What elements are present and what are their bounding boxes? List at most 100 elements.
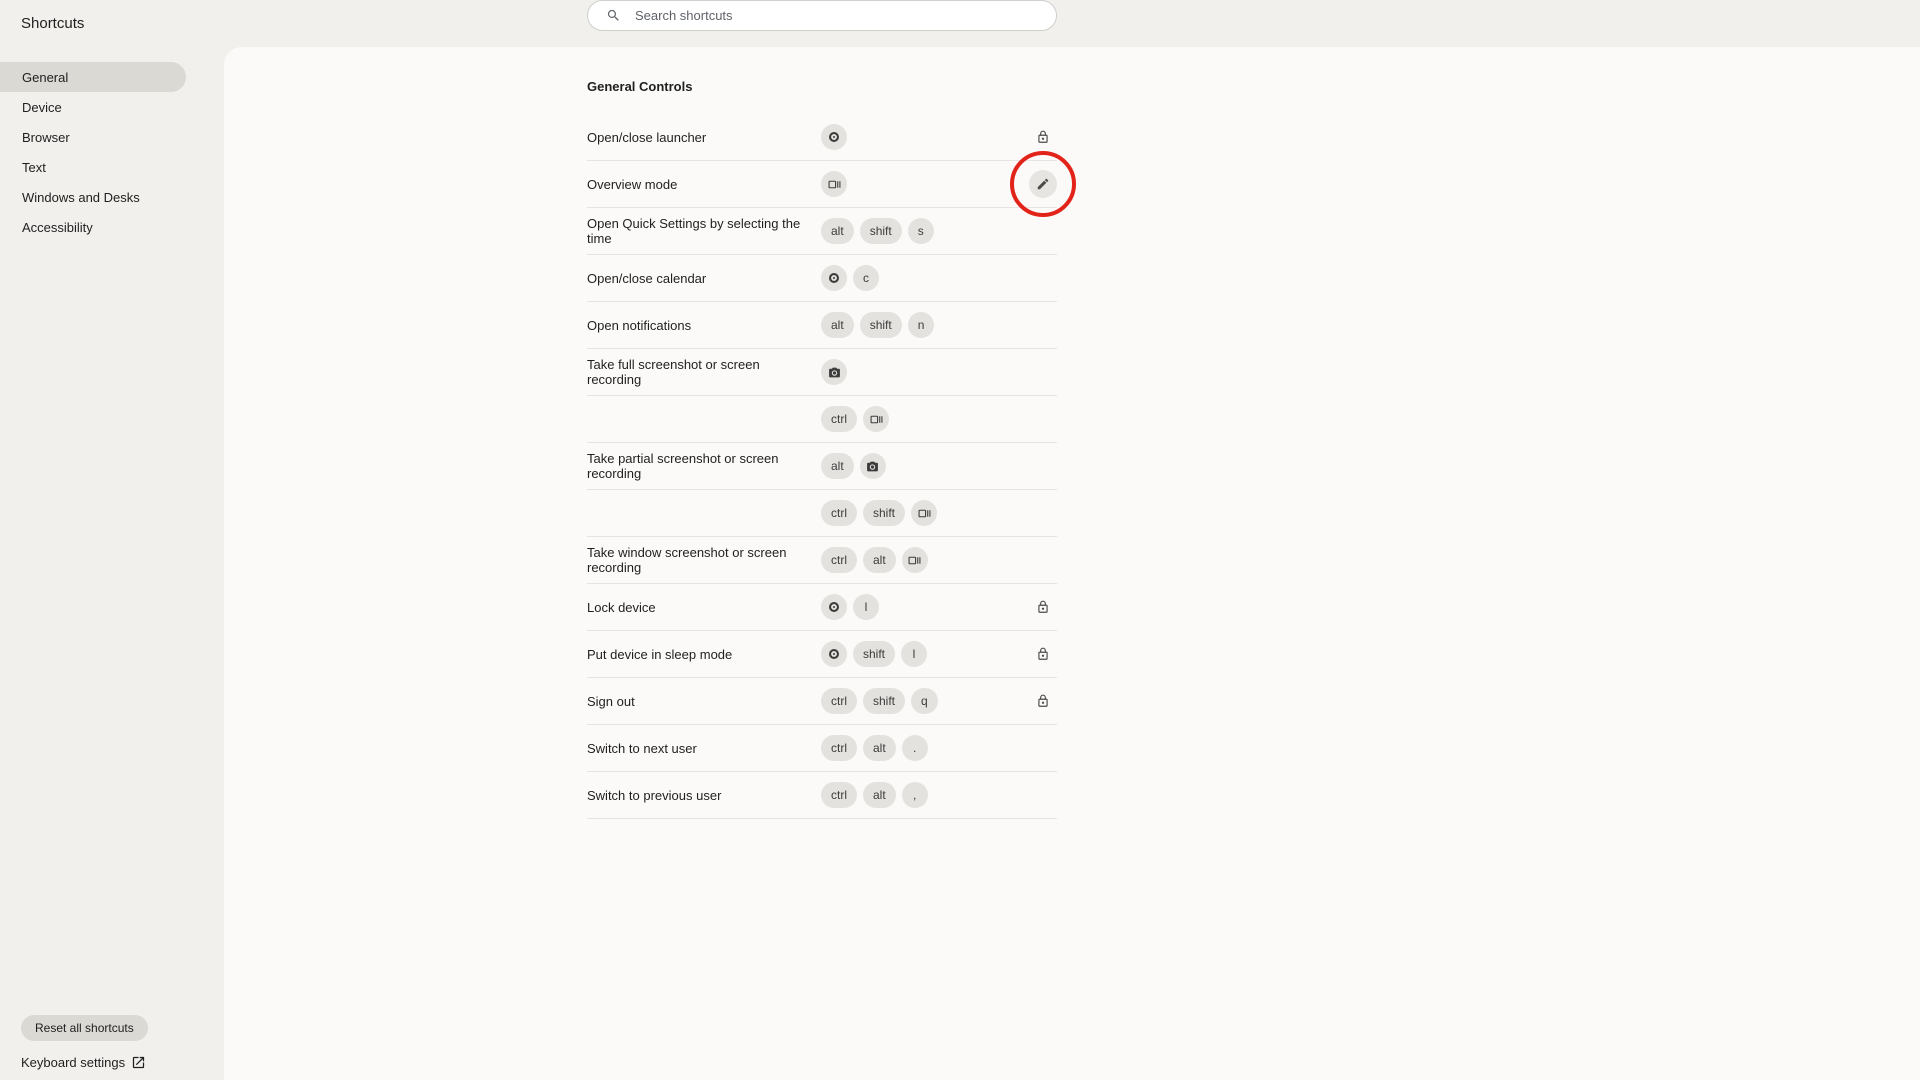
shortcut-label: Take window screenshot or screen recordi…	[587, 545, 821, 575]
content-area: General Controls Open/close launcher Over…	[224, 47, 1920, 1080]
shortcut-row: Switch to previous userctrlalt,	[587, 772, 1057, 819]
shortcut-row: Take full screenshot or screen recording…	[587, 396, 1057, 443]
launcher-key-icon	[821, 265, 847, 291]
shortcut-row: Take partial screenshot or screen record…	[587, 443, 1057, 490]
key-shift: shift	[863, 688, 905, 714]
shortcut-keys	[821, 124, 847, 150]
shortcut-keys: altshiftn	[821, 312, 934, 338]
shortcut-row: Take window screenshot or screen recordi…	[587, 537, 1057, 584]
shortcut-label: Take partial screenshot or screen record…	[587, 451, 821, 481]
shortcut-keys: ctrlalt.	[821, 735, 928, 761]
locked-shortcut-icon	[1029, 593, 1057, 621]
key-l: l	[853, 594, 879, 620]
shortcut-label: Overview mode	[587, 177, 821, 192]
sidebar-item-accessibility[interactable]: Accessibility	[0, 212, 186, 242]
key-,: ,	[902, 782, 928, 808]
shortcut-keys: ctrlshiftq	[821, 688, 938, 714]
shortcut-keys	[821, 171, 847, 197]
search-box[interactable]	[587, 0, 1057, 31]
key-alt: alt	[863, 735, 896, 761]
shortcut-label: Sign out	[587, 694, 821, 709]
key-alt: alt	[863, 547, 896, 573]
launcher-key-icon	[821, 594, 847, 620]
keyboard-settings-label: Keyboard settings	[21, 1055, 125, 1070]
key-shift: shift	[860, 312, 902, 338]
shortcut-keys: shiftl	[821, 641, 927, 667]
sidebar-item-device[interactable]: Device	[0, 92, 186, 122]
key-l: l	[901, 641, 927, 667]
key-ctrl: ctrl	[821, 688, 857, 714]
shortcut-row: Lock device l	[587, 584, 1057, 631]
shortcut-keys: alt	[821, 453, 886, 479]
sidebar-item-browser[interactable]: Browser	[0, 122, 186, 152]
reset-all-shortcuts-button[interactable]: Reset all shortcuts	[21, 1015, 148, 1041]
keyboard-settings-link[interactable]: Keyboard settings	[21, 1055, 224, 1070]
shortcut-label: Lock device	[587, 600, 821, 615]
shortcut-label: Take full screenshot or screen recording	[587, 357, 821, 387]
key-alt: alt	[821, 218, 854, 244]
overview-key-icon	[863, 406, 889, 432]
shortcut-keys: c	[821, 265, 879, 291]
key-shift: shift	[853, 641, 895, 667]
locked-shortcut-icon	[1029, 123, 1057, 151]
key-q: q	[911, 688, 938, 714]
overview-key-icon	[911, 500, 937, 526]
key-ctrl: ctrl	[821, 500, 857, 526]
sidebar-item-text[interactable]: Text	[0, 152, 186, 182]
shortcut-label: Open/close calendar	[587, 271, 821, 286]
key-c: c	[853, 265, 879, 291]
external-link-icon	[131, 1055, 146, 1070]
launcher-key-icon	[821, 124, 847, 150]
search-icon	[606, 8, 621, 23]
edit-shortcut-button[interactable]	[1029, 170, 1057, 198]
key-.: .	[902, 735, 928, 761]
page-title: Shortcuts	[21, 15, 84, 32]
shortcut-row: Open notificationsaltshiftn	[587, 302, 1057, 349]
shortcut-keys: ctrl	[821, 406, 889, 432]
shortcut-keys: ctrlalt	[821, 547, 928, 573]
section-title: General Controls	[587, 79, 1057, 94]
key-shift: shift	[863, 500, 905, 526]
overview-key-icon	[821, 171, 847, 197]
shortcut-row: Open/close launcher	[587, 114, 1057, 161]
key-ctrl: ctrl	[821, 406, 857, 432]
key-s: s	[908, 218, 934, 244]
key-n: n	[908, 312, 935, 338]
shortcut-row: Open/close calendar c	[587, 255, 1057, 302]
shortcut-label: Switch to previous user	[587, 788, 821, 803]
shortcut-label: Open/close launcher	[587, 130, 821, 145]
shortcut-label: Put device in sleep mode	[587, 647, 821, 662]
overview-key-icon	[902, 547, 928, 573]
key-alt: alt	[821, 312, 854, 338]
sidebar-item-general[interactable]: General	[0, 62, 186, 92]
shortcut-keys	[821, 359, 847, 385]
locked-shortcut-icon	[1029, 640, 1057, 668]
key-alt: alt	[863, 782, 896, 808]
screenshot-key-icon	[860, 453, 886, 479]
key-ctrl: ctrl	[821, 782, 857, 808]
shortcut-row: Put device in sleep modeshiftl	[587, 631, 1057, 678]
shortcut-label: Open Quick Settings by selecting the tim…	[587, 216, 821, 246]
key-shift: shift	[860, 218, 902, 244]
key-ctrl: ctrl	[821, 735, 857, 761]
shortcut-row: Switch to next userctrlalt.	[587, 725, 1057, 772]
shortcut-row: Sign outctrlshiftq	[587, 678, 1057, 725]
shortcut-row: Open Quick Settings by selecting the tim…	[587, 208, 1057, 255]
sidebar: GeneralDeviceBrowserTextWindows and Desk…	[0, 47, 224, 1080]
search-input[interactable]	[635, 8, 1038, 23]
shortcut-row: Overview mode	[587, 161, 1057, 208]
shortcut-row: Take full screenshot or screen recording	[587, 349, 1057, 396]
shortcut-keys: altshifts	[821, 218, 934, 244]
screenshot-key-icon	[821, 359, 847, 385]
shortcut-row: Take partial screenshot or screen record…	[587, 490, 1057, 537]
shortcut-keys: ctrlshift	[821, 500, 937, 526]
key-ctrl: ctrl	[821, 547, 857, 573]
locked-shortcut-icon	[1029, 687, 1057, 715]
shortcut-keys: ctrlalt,	[821, 782, 928, 808]
shortcut-label: Open notifications	[587, 318, 821, 333]
key-alt: alt	[821, 453, 854, 479]
shortcut-keys: l	[821, 594, 879, 620]
sidebar-item-windows-and-desks[interactable]: Windows and Desks	[0, 182, 186, 212]
shortcut-label: Switch to next user	[587, 741, 821, 756]
launcher-key-icon	[821, 641, 847, 667]
